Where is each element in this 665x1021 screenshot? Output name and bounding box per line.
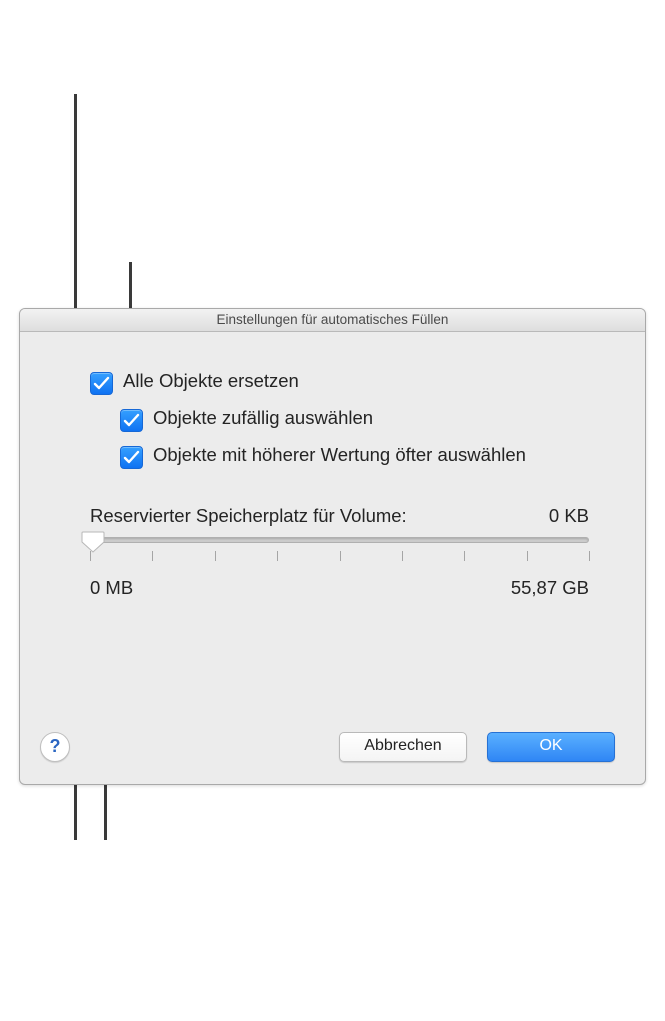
dialog-buttons: Abbrechen OK (40, 732, 615, 762)
checkbox-random-select[interactable] (120, 409, 143, 432)
slider-tick (215, 551, 216, 561)
slider-tick (464, 551, 465, 561)
ok-button[interactable]: OK (487, 732, 615, 762)
checkbox-higher-rating[interactable] (120, 446, 143, 469)
reserved-space-slider[interactable] (90, 533, 589, 575)
checkbox-row-higher-rating: Objekte mit höherer Wertung öfter auswäh… (120, 444, 599, 469)
slider-tick (402, 551, 403, 561)
autofill-settings-dialog: Einstellungen für automatisches Füllen A… (19, 308, 646, 785)
slider-value: 0 KB (549, 505, 589, 527)
slider-scale-labels: 0 MB 55,87 GB (90, 577, 589, 599)
checkbox-row-random-select: Objekte zufällig auswählen (120, 407, 599, 432)
dialog-title: Einstellungen für automatisches Füllen (20, 309, 645, 332)
checkbox-label: Alle Objekte ersetzen (123, 370, 299, 392)
slider-tick (152, 551, 153, 561)
slider-tick (277, 551, 278, 561)
slider-min-label: 0 MB (90, 577, 133, 599)
checkbox-replace-all[interactable] (90, 372, 113, 395)
slider-tick (527, 551, 528, 561)
slider-tick (340, 551, 341, 561)
slider-track (90, 537, 589, 543)
cancel-button[interactable]: Abbrechen (339, 732, 467, 762)
checkbox-row-replace-all: Alle Objekte ersetzen (90, 370, 599, 395)
check-icon (93, 376, 110, 391)
checkbox-label: Objekte mit höherer Wertung öfter auswäh… (153, 444, 526, 466)
dialog-content: Alle Objekte ersetzen Objekte zufällig a… (20, 332, 645, 629)
slider-label: Reservierter Speicherplatz für Volume: (90, 505, 407, 527)
slider-tick (589, 551, 590, 561)
check-icon (123, 450, 140, 465)
checkbox-label: Objekte zufällig auswählen (153, 407, 373, 429)
check-icon (123, 413, 140, 428)
slider-max-label: 55,87 GB (511, 577, 589, 599)
slider-thumb[interactable] (81, 531, 105, 553)
reserved-space-section: Reservierter Speicherplatz für Volume: 0… (90, 505, 599, 599)
slider-label-row: Reservierter Speicherplatz für Volume: 0… (90, 505, 589, 527)
